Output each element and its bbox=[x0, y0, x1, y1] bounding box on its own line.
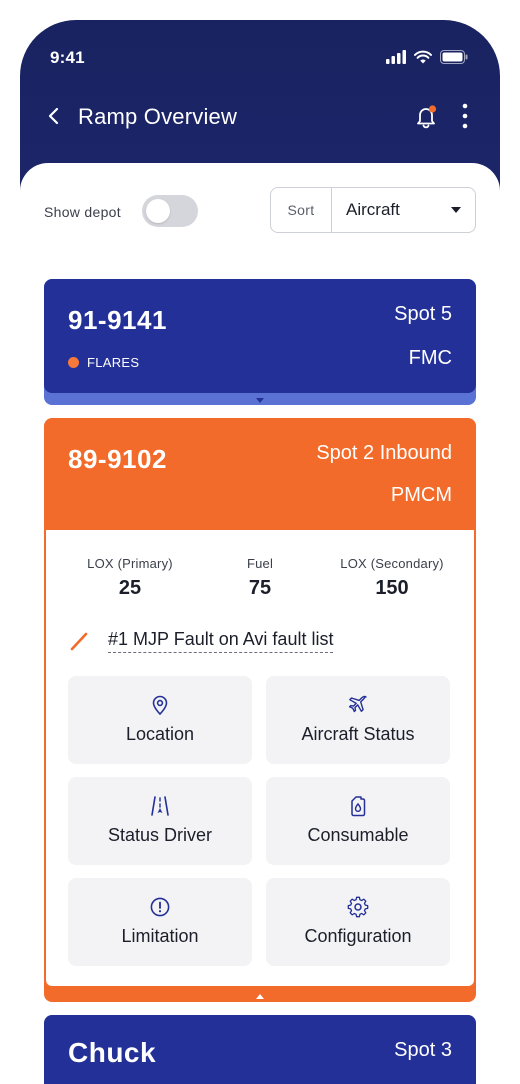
mission-status: FMC bbox=[408, 347, 452, 369]
metric-label: LOX (Primary) bbox=[87, 556, 173, 571]
runway-icon bbox=[151, 796, 169, 816]
wifi-icon bbox=[414, 50, 432, 64]
aircraft-status-button[interactable]: Aircraft Status bbox=[266, 676, 450, 764]
caret-down-icon bbox=[451, 207, 461, 213]
collapse-chevron-icon[interactable] bbox=[256, 994, 264, 999]
tile-label: Configuration bbox=[304, 926, 412, 946]
tile-label: Aircraft Status bbox=[301, 724, 415, 744]
status-time: 9:41 bbox=[50, 48, 85, 67]
aircraft-card-expanded: 89-9102 Spot 2 Inbound PMCM LOX (Primary… bbox=[44, 418, 476, 1002]
more-menu-icon[interactable] bbox=[458, 102, 472, 130]
tail-number: 89-9102 bbox=[68, 444, 167, 474]
map-pin-icon bbox=[152, 695, 168, 715]
flares-tag-text: FLARES bbox=[87, 355, 140, 370]
tile-label: Limitation bbox=[121, 926, 199, 946]
page-title: Ramp Overview bbox=[78, 104, 238, 129]
consumable-button[interactable]: Consumable bbox=[266, 777, 450, 865]
metric-value: 150 bbox=[375, 577, 409, 599]
limitation-button[interactable]: Limitation bbox=[68, 878, 252, 966]
status-icons bbox=[386, 48, 468, 66]
show-depot-toggle[interactable] bbox=[142, 195, 198, 227]
tile-label: Location bbox=[125, 724, 195, 744]
spot-label: Spot 2 Inbound bbox=[316, 442, 452, 464]
metric-label: Fuel bbox=[246, 556, 274, 571]
metric-lox-primary: LOX (Primary) 25 bbox=[60, 556, 200, 600]
expand-chevron-icon[interactable] bbox=[256, 398, 264, 403]
status-dot-icon bbox=[68, 357, 79, 368]
aircraft-card-body: LOX (Primary) 25 Fuel 75 LOX (Secondary)… bbox=[46, 530, 474, 986]
status-bar: 9:41 bbox=[20, 20, 500, 92]
metric-fuel: Fuel 75 bbox=[190, 556, 330, 600]
notification-bell-icon[interactable] bbox=[414, 104, 438, 130]
tile-label: Consumable bbox=[307, 825, 409, 845]
slash-icon bbox=[70, 632, 88, 651]
toggle-knob bbox=[146, 199, 170, 223]
alert-circle-icon bbox=[150, 897, 170, 917]
show-depot-label: Show depot bbox=[44, 204, 121, 220]
filter-row: Show depot Sort Aircraft bbox=[44, 187, 476, 235]
aircraft-card-collapsed[interactable]: 91-9141 Spot 5 FLARES FMC bbox=[44, 279, 476, 405]
aircraft-card-collapsed[interactable]: Chuck Spot 3 bbox=[44, 1015, 476, 1084]
metric-value: 25 bbox=[118, 577, 142, 599]
spot-label: Spot 5 bbox=[394, 303, 452, 325]
fault-row[interactable]: #1 MJP Fault on Avi fault list bbox=[68, 626, 334, 656]
battery-icon bbox=[440, 50, 468, 64]
aircraft-card-header[interactable]: 89-9102 Spot 2 Inbound PMCM bbox=[44, 418, 476, 530]
consumables-metrics: LOX (Primary) 25 Fuel 75 LOX (Secondary)… bbox=[46, 556, 474, 606]
spot-label: Spot 3 bbox=[394, 1039, 452, 1061]
sort-value-text: Aircraft bbox=[346, 200, 400, 219]
gear-icon bbox=[347, 896, 369, 918]
sort-value[interactable]: Aircraft bbox=[332, 188, 475, 232]
configuration-button[interactable]: Configuration bbox=[266, 878, 450, 966]
status-driver-button[interactable]: Status Driver bbox=[68, 777, 252, 865]
metric-label: LOX (Secondary) bbox=[340, 556, 444, 571]
signal-icon bbox=[386, 50, 406, 64]
airplane-icon bbox=[348, 695, 367, 713]
phone-frame: 9:41 Ramp Overview Show depot Sort Aircr… bbox=[20, 20, 500, 1084]
aircraft-card-header: 91-9141 Spot 5 FLARES FMC bbox=[44, 279, 476, 393]
metric-value: 75 bbox=[248, 577, 272, 599]
tile-label: Status Driver bbox=[107, 825, 213, 845]
fault-link[interactable]: #1 MJP Fault on Avi fault list bbox=[108, 629, 334, 653]
tail-number: Chuck bbox=[68, 1037, 157, 1068]
back-arrow-icon[interactable] bbox=[44, 106, 64, 126]
top-nav: Ramp Overview bbox=[20, 96, 500, 140]
metric-lox-secondary: LOX (Secondary) 150 bbox=[322, 556, 462, 600]
location-button[interactable]: Location bbox=[68, 676, 252, 764]
sort-dropdown[interactable]: Sort Aircraft bbox=[270, 187, 476, 233]
tail-number: 91-9141 bbox=[68, 305, 167, 335]
flares-tag: FLARES bbox=[68, 355, 139, 370]
sort-label: Sort bbox=[271, 188, 332, 232]
fuel-can-icon bbox=[351, 796, 366, 817]
mission-status: PMCM bbox=[390, 484, 452, 506]
content-sheet: Show depot Sort Aircraft 91-9141 Spot 5 … bbox=[20, 163, 500, 1084]
